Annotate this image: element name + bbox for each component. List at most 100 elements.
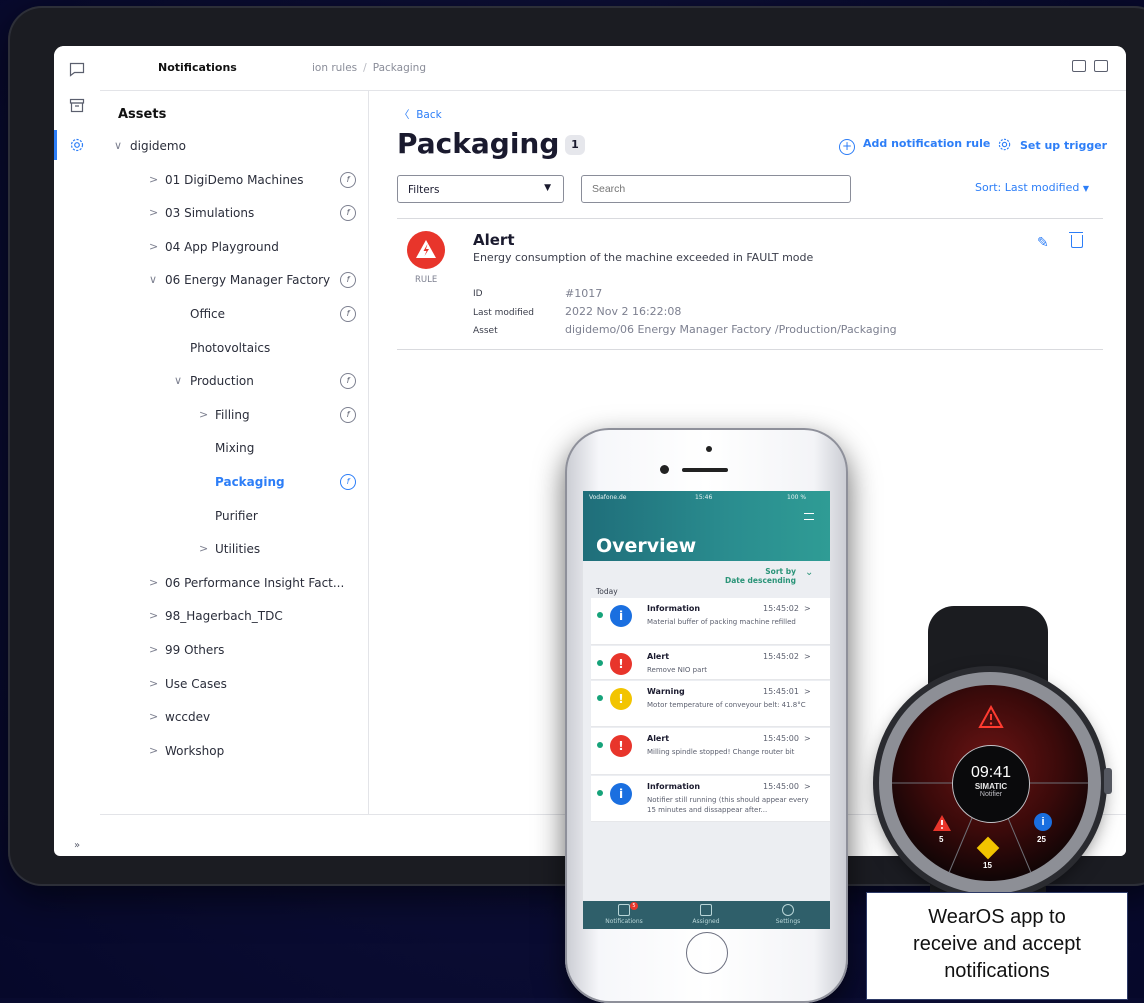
- function-rule-icon[interactable]: f: [340, 373, 356, 390]
- chevron-right-icon[interactable]: >: [149, 677, 158, 690]
- chat-icon[interactable]: [66, 58, 88, 80]
- search-input[interactable]: [581, 175, 851, 203]
- tree-item[interactable]: Photovoltaics: [100, 338, 368, 362]
- notification-time-value: 15:45:00: [763, 734, 799, 743]
- chevron-right-icon[interactable]: >: [149, 643, 158, 656]
- tree-item-label: Utilities: [215, 542, 261, 557]
- notification-item[interactable]: ! Alert 15:45:02 > Remove NIO part: [591, 646, 830, 680]
- chevron-down-icon[interactable]: ∨: [114, 139, 122, 152]
- tree-item[interactable]: >03 Simulations f: [100, 203, 368, 227]
- layout-left-panel-icon[interactable]: [1072, 60, 1086, 72]
- tree-item[interactable]: ∨ 06 Energy Manager Factory f: [100, 270, 368, 294]
- notification-rule-card[interactable]: RULE Alert Energy consumption of the mac…: [397, 218, 1103, 350]
- add-notification-rule-button[interactable]: + Add notification rule: [839, 137, 990, 155]
- tree-item[interactable]: >99 Others: [100, 640, 368, 664]
- sort-value: Date descending: [724, 576, 796, 585]
- phone-sort-control[interactable]: Sort by Date descending: [718, 567, 796, 585]
- notification-item[interactable]: ! Alert 15:45:00 > Milling spindle stopped!…: [591, 728, 830, 775]
- chevron-down-icon[interactable]: ⌄: [805, 567, 813, 578]
- tree-item[interactable]: > Workshop: [100, 741, 368, 765]
- tree-item[interactable]: > Use Cases: [100, 674, 368, 698]
- function-rule-icon[interactable]: f: [340, 171, 356, 188]
- chevron-right-icon[interactable]: >: [149, 240, 158, 253]
- tree-item[interactable]: >04 App Playground: [100, 237, 368, 261]
- back-link[interactable]: 〈 Back: [399, 107, 442, 122]
- tree-item[interactable]: > wccdev: [100, 707, 368, 731]
- tree-item[interactable]: > Filling f: [100, 405, 368, 429]
- chevron-right-icon[interactable]: >: [149, 744, 158, 757]
- watch-alert-icon[interactable]: [932, 814, 952, 837]
- chevron-right-icon[interactable]: >: [199, 408, 208, 421]
- function-rule-icon[interactable]: f: [340, 406, 356, 423]
- tab-assigned-label: Assigned: [692, 918, 720, 925]
- tree-item-label: 99 Others: [165, 643, 225, 657]
- notification-item[interactable]: ! Warning 15:45:01 > Motor temperature of c…: [591, 681, 830, 727]
- edit-pencil-icon[interactable]: ✎: [1037, 235, 1049, 251]
- function-rule-icon[interactable]: f: [340, 474, 356, 490]
- chevron-right-icon[interactable]: >: [149, 609, 158, 622]
- tree-item[interactable]: Purifier: [100, 506, 368, 530]
- carrier-status: Vodafone.de: [589, 494, 627, 501]
- tree-item-label: Purifier: [215, 508, 258, 523]
- set-up-trigger-button[interactable]: Set up trigger: [997, 137, 1107, 155]
- breadcrumb-item-rules[interactable]: ion rules: [312, 62, 357, 74]
- tree-item[interactable]: >06 Performance Insight Fact...: [100, 573, 368, 597]
- chevron-down-icon[interactable]: ∨: [174, 374, 182, 387]
- filter-menu-icon[interactable]: [804, 513, 814, 520]
- chevron-right-icon[interactable]: >: [149, 576, 158, 589]
- chevron-down-icon[interactable]: ∨: [149, 273, 157, 286]
- settings-gear-icon[interactable]: [66, 134, 88, 156]
- breadcrumb-separator: /: [363, 62, 367, 74]
- chevron-right-icon: >: [801, 782, 811, 791]
- chevron-right-icon[interactable]: >: [149, 206, 158, 219]
- tree-item[interactable]: > Utilities: [100, 539, 368, 563]
- notification-type: Alert: [647, 652, 670, 661]
- archive-icon[interactable]: [66, 94, 88, 116]
- tree-item-label: 01 DigiDemo Machines: [165, 172, 304, 187]
- tree-item-label: 04 App Playground: [165, 239, 279, 254]
- sort-dropdown[interactable]: Sort: Last modified ▼: [975, 181, 1089, 194]
- last-modified-value: 2022 Nov 2 16:22:08: [565, 305, 682, 318]
- chevron-right-icon[interactable]: >: [199, 542, 208, 555]
- notification-item[interactable]: i Information 15:45:02 > Material buffer of…: [591, 598, 830, 645]
- tab-settings[interactable]: Settings: [747, 902, 829, 925]
- info-icon: i: [610, 605, 632, 627]
- tab-notifications[interactable]: Notifications: [583, 902, 665, 925]
- delete-trash-icon[interactable]: [1069, 232, 1083, 248]
- breadcrumb: ion rules / Packaging: [312, 62, 426, 74]
- notification-count-badge: 5: [630, 902, 638, 910]
- chevron-right-icon[interactable]: >: [149, 173, 158, 186]
- tree-item[interactable]: >01 DigiDemo Machines f: [100, 170, 368, 194]
- watch-center-dial[interactable]: 09:41 SIMATIC Notifier: [952, 745, 1030, 823]
- phone-title: Overview: [596, 535, 697, 557]
- function-rule-icon[interactable]: f: [340, 205, 356, 222]
- tree-item[interactable]: Office f: [100, 304, 368, 328]
- function-rule-icon[interactable]: f: [340, 306, 356, 322]
- watch-info-icon[interactable]: i: [1034, 813, 1052, 831]
- watch-crown[interactable]: [1104, 768, 1112, 794]
- tree-item-label: Mixing: [215, 441, 255, 456]
- clock-status: 15:46: [695, 494, 713, 501]
- layout-right-panel-icon[interactable]: [1094, 60, 1108, 72]
- tree-item[interactable]: ∨ digidemo: [100, 136, 368, 160]
- battery-status: 100 %: [787, 494, 807, 501]
- alert-icon: !: [610, 735, 632, 757]
- bell-icon: [618, 904, 630, 916]
- function-rule-icon[interactable]: f: [340, 272, 356, 289]
- tree-item[interactable]: Packaging f: [100, 472, 368, 496]
- tree-item[interactable]: ∨ Production f: [100, 371, 368, 395]
- tree-item[interactable]: Mixing: [100, 438, 368, 462]
- watch-alert-triangle-icon: [978, 704, 1004, 734]
- home-button[interactable]: [686, 932, 728, 974]
- chevron-right-icon[interactable]: >: [149, 710, 158, 723]
- filters-label: Filters: [408, 184, 440, 196]
- tree-item-label: 03 Simulations: [165, 206, 255, 221]
- asset-tree-panel: Assets ∨ digidemo >01 DigiDemo Machines f >0…: [100, 91, 369, 814]
- notification-item[interactable]: i Information 15:45:00 > Notifier still run…: [591, 776, 830, 822]
- asset-value: digidemo/06 Energy Manager Factory /Prod…: [565, 323, 897, 336]
- tree-item[interactable]: >98_Hagerbach_TDC: [100, 606, 368, 630]
- tab-assigned[interactable]: Assigned: [665, 902, 747, 925]
- filters-dropdown[interactable]: Filters ▼: [397, 175, 564, 203]
- rule-count-badge: 1: [565, 135, 585, 155]
- expand-rail-icon[interactable]: »: [74, 840, 80, 851]
